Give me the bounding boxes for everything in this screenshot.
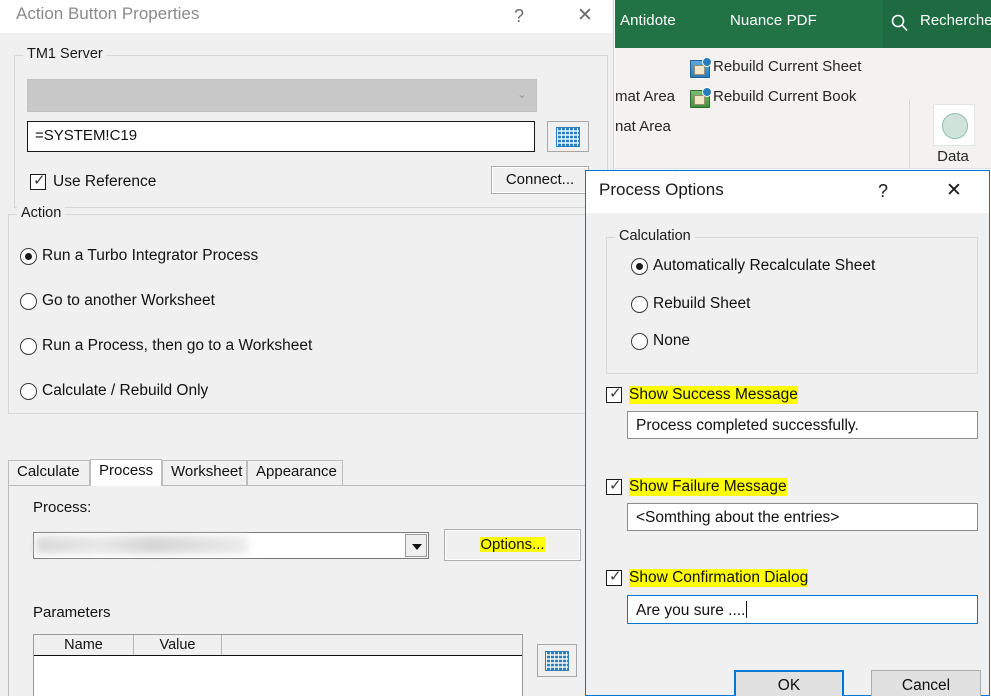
process-options-title: Process Options	[599, 180, 724, 199]
radio-box	[20, 248, 37, 265]
radio-label: Run a Process, then go to a Worksheet	[42, 337, 313, 354]
main-dialog-titlebar[interactable]: Action Button Properties ? ✕	[0, 0, 613, 33]
tab-appearance[interactable]: Appearance	[247, 460, 343, 486]
checkbox-box: ✓	[606, 569, 622, 586]
success-message-value: Process completed successfully.	[636, 417, 859, 434]
main-dialog-body: TM1 Server ⌄ =SYSTEM!C19 ✓ Use Reference…	[0, 33, 613, 696]
radio-label: None	[653, 332, 691, 349]
radio-label: Automatically Recalculate Sheet	[653, 257, 876, 274]
parameters-table-header: Name Value	[34, 635, 522, 656]
column-header-name[interactable]: Name	[34, 635, 134, 655]
radio-box	[20, 293, 37, 310]
close-icon[interactable]: ✕	[941, 178, 967, 204]
help-icon[interactable]: ?	[870, 178, 896, 204]
rebuild-current-sheet-icon	[690, 57, 712, 78]
data-spread-icon	[942, 113, 968, 139]
excel-tab-nuance-pdf[interactable]: Nuance PDF	[730, 12, 817, 29]
connect-button[interactable]: Connect...	[491, 166, 589, 194]
options-button[interactable]: Options...	[444, 529, 581, 561]
spreadsheet-picker-icon	[556, 126, 580, 147]
page-title: Action Button Properties	[16, 4, 200, 23]
checkbox-box: ✓	[30, 173, 46, 190]
column-header-value[interactable]: Value	[134, 635, 222, 655]
tab-process[interactable]: Process	[90, 459, 162, 486]
checkbox-box: ✓	[606, 478, 622, 495]
property-tabs: Calculate Process Worksheet Appearance	[8, 459, 608, 486]
excel-tab-antidote[interactable]: Antidote	[620, 12, 676, 29]
show-confirmation-dialog-label: Show Confirmation Dialog	[629, 569, 809, 587]
ribbon-clipped-label-1: mat Area	[615, 88, 676, 105]
process-select-value	[36, 536, 248, 554]
radio-box	[20, 338, 37, 355]
connect-button-label: Connect...	[505, 171, 575, 188]
screen-root: Antidote Nuance PDF Rechercher Rebuild C…	[0, 0, 991, 696]
calculation-legend: Calculation	[615, 228, 695, 244]
confirmation-dialog-value: Are you sure ....	[636, 602, 746, 619]
checkbox-box: ✓	[606, 386, 622, 403]
show-failure-message-label: Show Failure Message	[629, 478, 787, 496]
chevron-down-icon[interactable]	[405, 534, 427, 557]
reference-input[interactable]: =SYSTEM!C19	[27, 121, 535, 152]
excel-search-label: Rechercher	[920, 12, 991, 29]
cancel-button[interactable]: Cancel	[871, 670, 981, 696]
ribbon-rebuild-current-sheet[interactable]: Rebuild Current Sheet	[713, 58, 861, 75]
process-options-body: Calculation Automatically Recalculate Sh…	[586, 213, 989, 696]
text-cursor	[746, 601, 748, 618]
process-label: Process:	[33, 499, 92, 516]
parameters-picker-button[interactable]	[537, 644, 577, 677]
column-header-filler	[222, 635, 524, 655]
action-legend: Action	[17, 205, 66, 221]
close-icon[interactable]: ✕	[570, 2, 600, 30]
excel-ribbon-body: Rebuild Current Sheet Rebuild Current Bo…	[615, 48, 991, 208]
tab-worksheet[interactable]: Worksheet	[162, 460, 247, 486]
tab-panel-process: Process: Options... Parameters Name Valu…	[8, 485, 608, 696]
radio-label: Go to another Worksheet	[42, 292, 215, 309]
radio-box	[631, 296, 648, 313]
radio-box	[631, 258, 648, 275]
tm1-server-select[interactable]: ⌄	[27, 79, 537, 112]
success-message-input[interactable]: Process completed successfully.	[627, 411, 978, 439]
failure-message-input[interactable]: <Somthing about the entries>	[627, 503, 978, 531]
parameters-label: Parameters	[33, 604, 111, 621]
process-options-titlebar[interactable]: Process Options ? ✕	[586, 171, 989, 213]
radio-label: Rebuild Sheet	[653, 295, 751, 312]
ribbon-clipped-label-2: nat Area	[615, 118, 671, 135]
radio-box	[631, 333, 648, 350]
tm1-server-legend: TM1 Server	[23, 46, 107, 62]
data-spread-label-line1: Data	[937, 148, 969, 165]
tab-calculate[interactable]: Calculate	[8, 460, 90, 486]
ribbon-rebuild-current-book[interactable]: Rebuild Current Book	[713, 88, 856, 105]
action-button-properties-dialog: Action Button Properties ? ✕ TM1 Server …	[0, 0, 614, 696]
options-button-label: Options...	[480, 536, 545, 553]
reference-input-value: =SYSTEM!C19	[35, 127, 138, 144]
radio-box	[20, 383, 37, 400]
process-options-dialog: Process Options ? ✕ Calculation Automati…	[585, 170, 990, 696]
failure-message-value: <Somthing about the entries>	[636, 509, 840, 526]
radio-label: Calculate / Rebuild Only	[42, 382, 209, 399]
chevron-down-icon: ⌄	[516, 87, 527, 101]
spreadsheet-picker-button[interactable]	[547, 121, 589, 152]
spreadsheet-picker-icon	[545, 650, 569, 671]
data-spread-button[interactable]	[933, 104, 975, 146]
process-select[interactable]	[33, 532, 429, 559]
rebuild-current-book-icon	[690, 87, 712, 108]
confirmation-dialog-input[interactable]: Are you sure ....	[627, 595, 978, 624]
parameters-table[interactable]: Name Value	[33, 634, 523, 696]
ok-button[interactable]: OK	[734, 670, 844, 696]
help-icon[interactable]: ?	[505, 2, 533, 30]
excel-ribbon-tab-bar: Antidote Nuance PDF Rechercher	[615, 0, 991, 48]
search-icon	[890, 13, 910, 33]
radio-label: Run a Turbo Integrator Process	[42, 247, 259, 264]
show-success-message-label: Show Success Message	[629, 386, 798, 404]
use-reference-label: Use Reference	[53, 173, 157, 190]
